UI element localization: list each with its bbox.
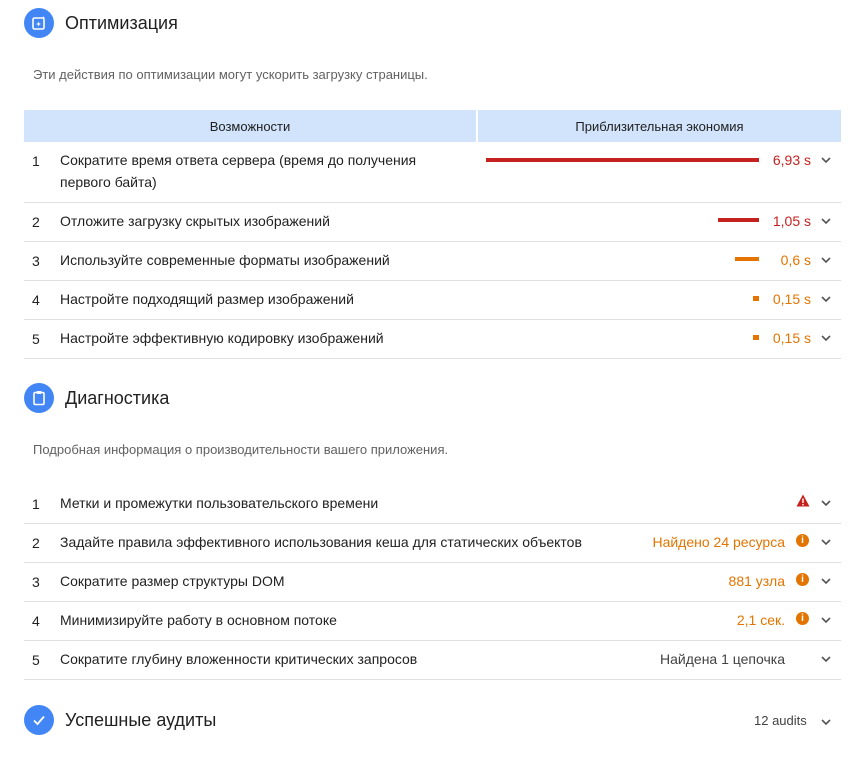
savings-bar xyxy=(735,257,759,261)
savings-bar xyxy=(486,158,759,162)
row-number: 1 xyxy=(32,496,40,512)
diagnostic-label: Сократите размер структуры DOM xyxy=(60,573,285,589)
clipboard-icon xyxy=(24,383,54,413)
column-header-opportunities: Возможности xyxy=(24,110,476,142)
row-number: 5 xyxy=(32,331,40,347)
diagnostic-row[interactable]: 1 Метки и промежутки пользовательского в… xyxy=(24,485,841,524)
opportunity-row[interactable]: 1 Сократите время ответа сервера (время … xyxy=(24,142,841,203)
savings-value: 1,05 s xyxy=(772,213,811,229)
column-header-savings: Приблизительная экономия xyxy=(478,110,841,142)
opportunity-label: Отложите загрузку скрытых изображений xyxy=(60,213,330,229)
diagnostic-row[interactable]: 3 Сократите размер структуры DOM 881 узл… xyxy=(24,563,841,602)
opportunity-row[interactable]: 2 Отложите загрузку скрытых изображений … xyxy=(24,203,841,242)
diagnostic-label: Минимизируйте работу в основном потоке xyxy=(60,612,337,628)
row-number: 4 xyxy=(32,292,40,308)
passed-audits-header[interactable]: Успешные аудиты xyxy=(24,705,216,735)
diagnostic-row[interactable]: 2 Задайте правила эффективного использов… xyxy=(24,524,841,563)
row-number: 2 xyxy=(32,214,40,230)
opportunity-row[interactable]: 3 Используйте современные форматы изобра… xyxy=(24,242,841,281)
chevron-down-icon[interactable] xyxy=(820,653,832,665)
diagnostic-label: Сократите глубину вложенности критически… xyxy=(60,651,418,667)
opportunity-label: Используйте современные форматы изображе… xyxy=(60,252,390,268)
diagnostics-header: Диагностика xyxy=(24,383,169,413)
diagnostic-value: 881 узла xyxy=(728,573,785,589)
opportunity-label: Настройте подходящий размер изображений xyxy=(60,291,354,307)
savings-value: 0,15 s xyxy=(772,291,811,307)
row-number: 3 xyxy=(32,253,40,269)
chevron-down-icon[interactable] xyxy=(820,716,832,728)
opportunity-row[interactable]: 4 Настройте подходящий размер изображени… xyxy=(24,281,841,320)
passed-audits-title: Успешные аудиты xyxy=(65,709,217,730)
diagnostic-row[interactable]: 5 Сократите глубину вложенности критичес… xyxy=(24,641,841,680)
diagnostics-title: Диагностика xyxy=(65,387,170,408)
savings-value: 6,93 s xyxy=(772,152,811,168)
savings-value: 0,6 s xyxy=(780,252,811,268)
opportunity-label: Настройте эффективную кодировку изображе… xyxy=(60,330,384,346)
diagnostic-value: Найдена 1 цепочка xyxy=(660,651,785,667)
chevron-down-icon[interactable] xyxy=(820,254,832,266)
row-number: 3 xyxy=(32,574,40,590)
chevron-down-icon[interactable] xyxy=(820,154,832,166)
chevron-down-icon[interactable] xyxy=(820,332,832,344)
opportunity-label: Сократите время ответа сервера (время до… xyxy=(60,152,417,190)
savings-bar xyxy=(753,296,759,301)
optimization-description: Эти действия по оптимизации могут ускори… xyxy=(33,67,428,82)
diagnostic-label: Задайте правила эффективного использован… xyxy=(60,534,582,550)
passed-audits-count: 12 audits xyxy=(754,713,807,728)
diagnostic-label: Метки и промежутки пользовательского вре… xyxy=(60,495,379,511)
optimization-header: Оптимизация xyxy=(24,8,178,38)
chevron-down-icon[interactable] xyxy=(820,293,832,305)
warning-icon xyxy=(796,494,810,507)
chevron-down-icon[interactable] xyxy=(820,497,832,509)
chevron-down-icon[interactable] xyxy=(820,575,832,587)
savings-bar xyxy=(753,335,759,340)
diagnostic-value: 2,1 сек. xyxy=(736,612,785,628)
row-number: 4 xyxy=(32,613,40,629)
optimization-title: Оптимизация xyxy=(65,12,178,33)
optimization-icon xyxy=(24,8,54,38)
opportunities-table-header: Возможности Приблизительная экономия xyxy=(24,110,841,142)
savings-value: 0,15 s xyxy=(772,330,811,346)
row-number: 1 xyxy=(32,153,40,169)
savings-bar xyxy=(718,218,759,222)
info-icon: i xyxy=(796,573,809,586)
diagnostic-value: Найдено 24 ресурса xyxy=(652,534,785,550)
chevron-down-icon[interactable] xyxy=(820,215,832,227)
checkmark-icon xyxy=(24,705,54,735)
diagnostic-row[interactable]: 4 Минимизируйте работу в основном потоке… xyxy=(24,602,841,641)
row-number: 5 xyxy=(32,652,40,668)
info-icon: i xyxy=(796,534,809,547)
row-number: 2 xyxy=(32,535,40,551)
chevron-down-icon[interactable] xyxy=(820,614,832,626)
opportunity-row[interactable]: 5 Настройте эффективную кодировку изобра… xyxy=(24,320,841,359)
info-icon: i xyxy=(796,612,809,625)
diagnostics-description: Подробная информация о производительност… xyxy=(33,442,449,457)
chevron-down-icon[interactable] xyxy=(820,536,832,548)
